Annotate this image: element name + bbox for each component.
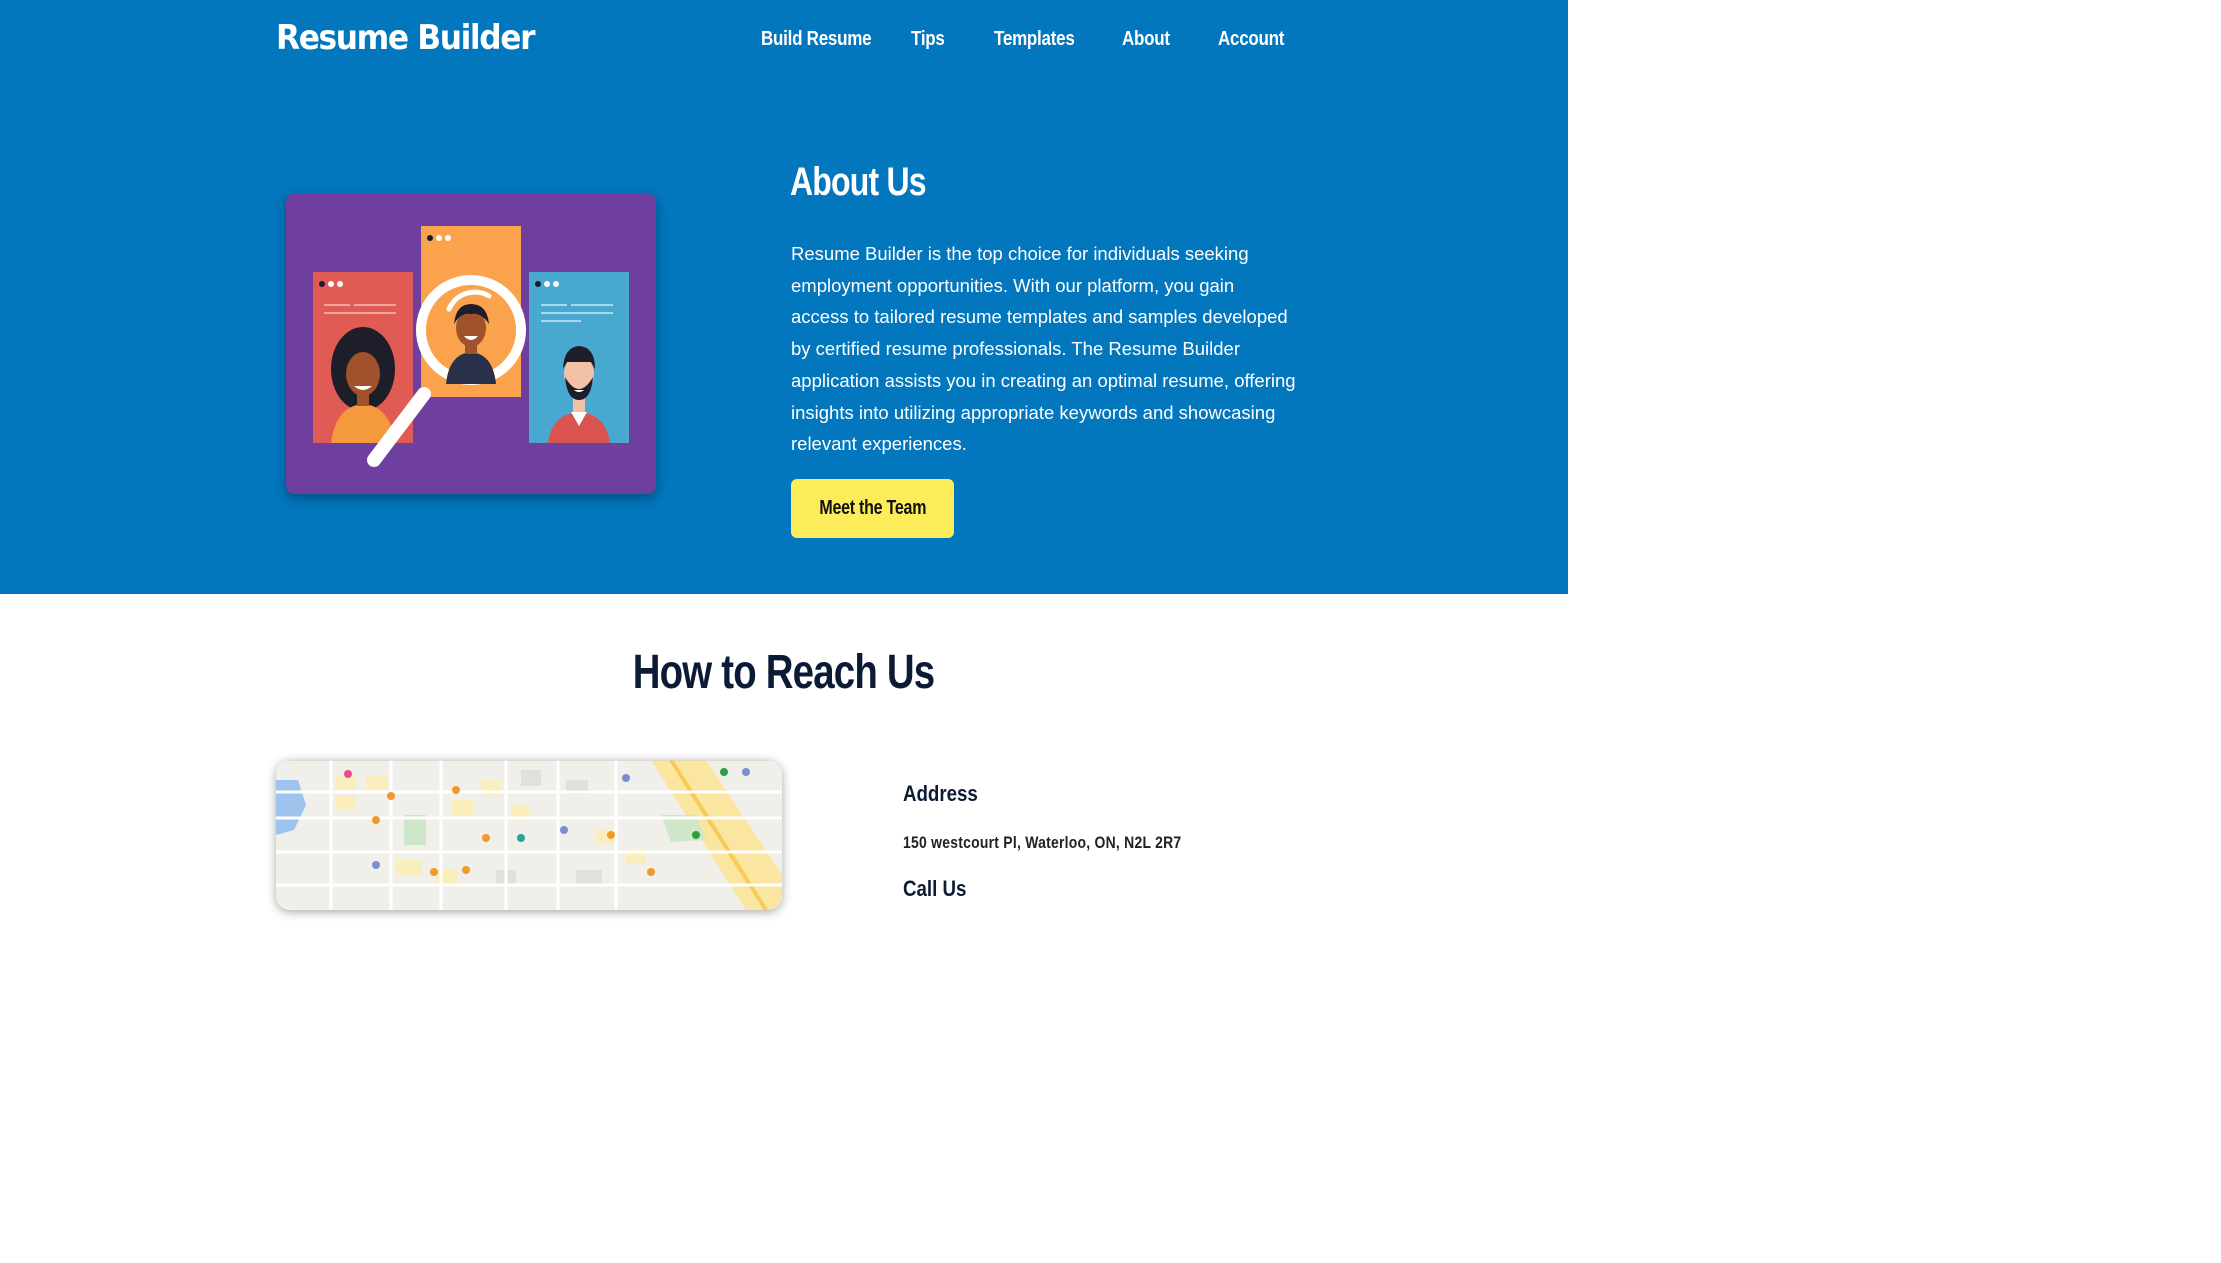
location-map[interactable] bbox=[276, 760, 782, 910]
address-value: 150 westcourt Pl, Waterloo, ON, N2L 2R7 bbox=[903, 833, 1182, 852]
address-label: Address bbox=[903, 781, 978, 806]
meet-the-team-label: Meet the Team bbox=[819, 497, 926, 519]
about-paragraph-line: by certified resume professionals. The R… bbox=[791, 338, 1241, 360]
about-paragraph: Resume Builder is the top choice for ind… bbox=[791, 238, 1303, 460]
about-illustration bbox=[286, 194, 656, 494]
nav-account[interactable]: Account bbox=[1218, 28, 1284, 51]
meet-the-team-button[interactable]: Meet the Team bbox=[791, 479, 954, 538]
about-paragraph-line: relevant experiences. bbox=[791, 433, 967, 455]
call-us-label: Call Us bbox=[903, 876, 967, 901]
candidate-card-right bbox=[529, 272, 629, 443]
map-graphic bbox=[276, 760, 782, 910]
about-paragraph-line: insights into utilizing appropriate keyw… bbox=[791, 401, 1276, 423]
nav-templates[interactable]: Templates bbox=[994, 28, 1075, 51]
reach-title: How to Reach Us bbox=[0, 645, 1568, 700]
about-title: About Us bbox=[790, 160, 927, 204]
about-paragraph-line: application assists you in creating an o… bbox=[791, 369, 1296, 391]
about-paragraph-line: employment opportunities. With our platf… bbox=[791, 274, 1235, 296]
reach-title-text: How to Reach Us bbox=[633, 646, 935, 699]
about-paragraph-line: Resume Builder is the top choice for ind… bbox=[791, 243, 1249, 264]
about-paragraph-line: access to tailored resume templates and … bbox=[791, 306, 1288, 328]
hero-section: Resume Builder Build Resume Tips Templat… bbox=[0, 0, 1568, 594]
nav-build-resume[interactable]: Build Resume bbox=[761, 28, 872, 51]
nav-tips[interactable]: Tips bbox=[911, 28, 945, 51]
nav-about[interactable]: About bbox=[1122, 28, 1170, 51]
main-nav: Build Resume Tips Templates About Accoun… bbox=[0, 28, 1568, 58]
candidate-search-illustration bbox=[313, 226, 629, 467]
